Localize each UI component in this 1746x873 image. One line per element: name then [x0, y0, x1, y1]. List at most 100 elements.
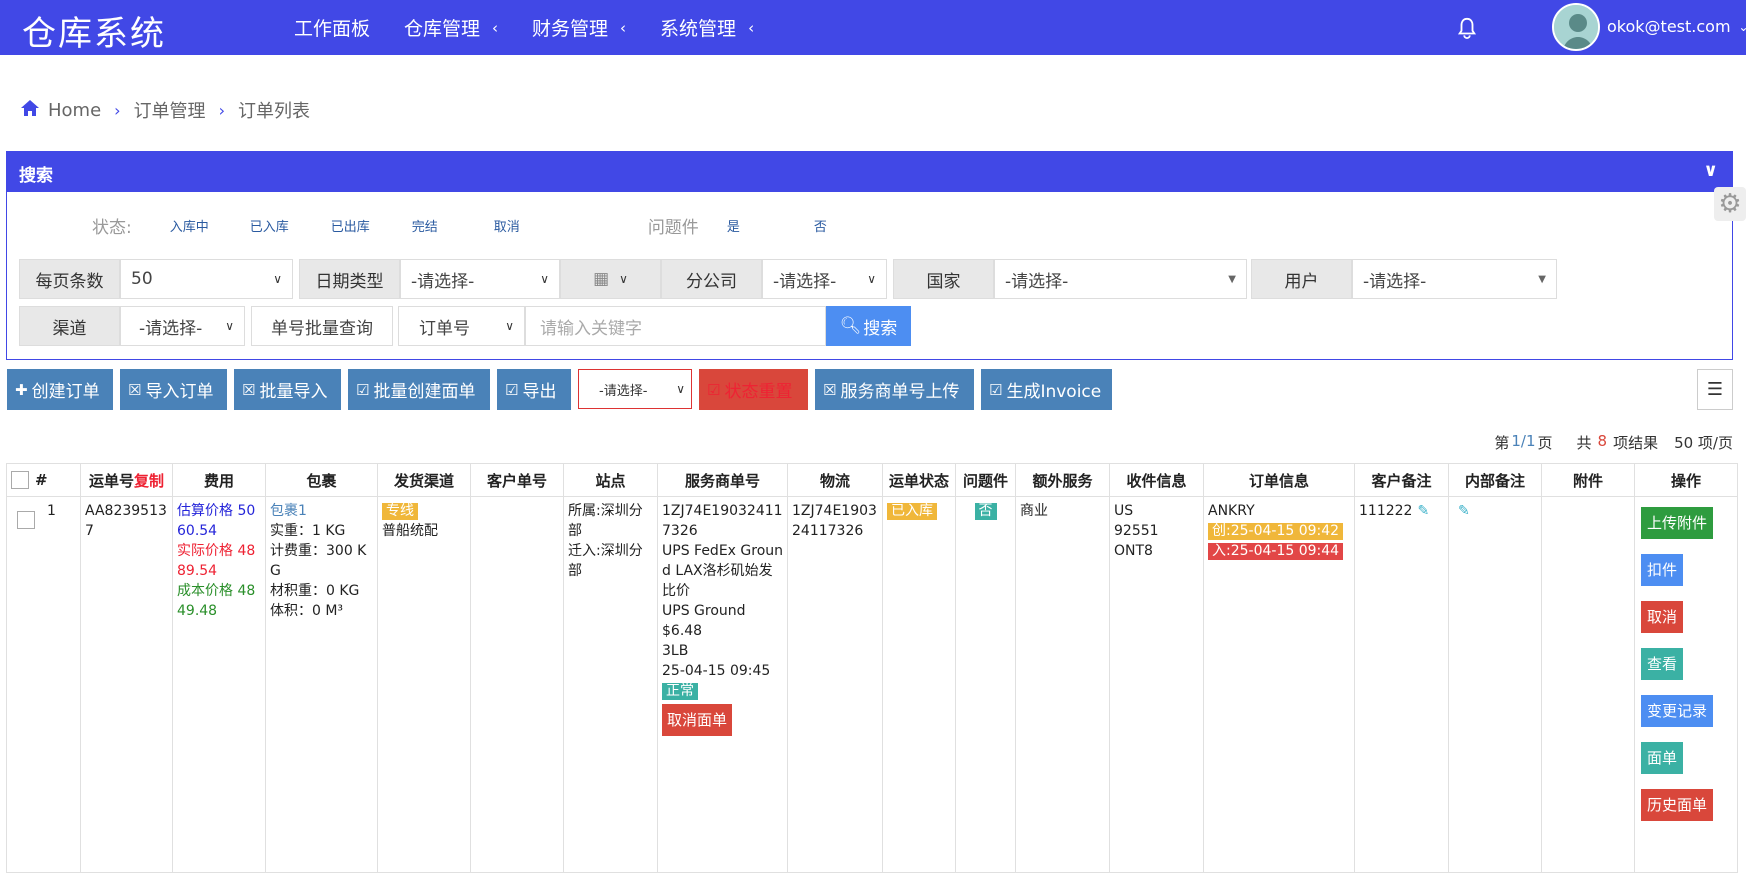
user-email: okok@test.com — [1607, 17, 1731, 36]
batch-import-button[interactable]: ☒ 批量导入 — [234, 369, 341, 410]
date-range-picker[interactable]: ▦ ∨ — [560, 259, 661, 299]
breadcrumb-item: 订单列表 — [237, 101, 310, 122]
upload-sp-number-button[interactable]: ☒ 服务商单号上传 — [815, 369, 974, 410]
package-weight: 实重：1 KG — [270, 523, 346, 539]
package-volume: 体积：0 M³ — [270, 603, 344, 619]
change-log-button[interactable]: 变更记录 — [1641, 695, 1714, 727]
select-all-checkbox[interactable] — [11, 471, 29, 490]
problem-option[interactable]: 否 — [814, 216, 827, 235]
chevron-down-icon: ∨ — [273, 272, 282, 286]
cancel-button[interactable]: 取消 — [1641, 601, 1684, 633]
col-header: 物流 — [787, 463, 883, 497]
file-excel-icon: ☒ — [242, 380, 256, 399]
generate-invoice-button[interactable]: ☑ 生成Invoice — [981, 369, 1112, 410]
export-button[interactable]: ☑ 导出 — [497, 369, 571, 410]
col-select: # — [6, 463, 81, 497]
receiver-country: US — [1114, 503, 1134, 519]
chevron-down-icon[interactable]: ∨ — [1703, 160, 1718, 181]
date-type-select[interactable]: -请选择- ∨ — [400, 259, 560, 299]
per-page-select[interactable]: 50 ∨ — [120, 259, 293, 299]
app-logo[interactable]: 仓库系统 — [22, 6, 166, 55]
check-square-icon: ☑ — [505, 380, 519, 399]
branch-value: -请选择- — [773, 271, 837, 292]
import-order-button[interactable]: ☒ 导入订单 — [120, 369, 227, 410]
keyword-input[interactable]: 请输入关键字 — [525, 306, 826, 346]
sp-price: $6.48 — [662, 623, 703, 639]
edit-icon[interactable]: ✎ — [1417, 503, 1429, 519]
breadcrumb-item[interactable]: 订单管理 — [134, 97, 206, 123]
nav-dashboard[interactable]: 工作面板 — [294, 14, 370, 41]
nav-finance[interactable]: 财务管理 ‹ — [532, 14, 626, 41]
order-name: ANKRY — [1208, 503, 1255, 519]
top-bar: 仓库系统 工作面板 仓库管理 ‹ 财务管理 ‹ 系统管理 ‹ okok@test.co… — [0, 0, 1746, 55]
file-excel-icon: ☒ — [128, 380, 142, 399]
col-header: 客户单号 — [470, 463, 564, 497]
receiver-code: ONT8 — [1114, 543, 1153, 559]
pager-info: 第 1/1 页 共 8 项结果 50 项/页 — [1488, 432, 1733, 453]
nav-warehouse[interactable]: 仓库管理 ‹ — [404, 14, 498, 41]
status-option[interactable]: 取消 — [494, 216, 520, 235]
reset-status-button[interactable]: ☑ 状态重置 — [699, 369, 808, 410]
row-index: 1 — [47, 503, 56, 519]
breadcrumb-home[interactable]: Home — [48, 100, 101, 121]
problem-option[interactable]: 是 — [727, 216, 740, 235]
chevron-right-icon: › — [114, 100, 121, 120]
chevron-down-icon: ∨ — [505, 319, 514, 333]
status-badge: 已入库 — [887, 503, 937, 520]
search-button[interactable]: 🔍︎ 搜索 — [826, 306, 911, 346]
deduct-button[interactable]: 扣件 — [1641, 554, 1684, 586]
status-option[interactable]: 已出库 — [331, 216, 370, 235]
col-header: 服务商单号 — [657, 463, 788, 497]
col-header: 操作 — [1634, 463, 1738, 497]
country-value: -请选择- — [1005, 271, 1069, 292]
sp-number: 1ZJ74E190324117326 — [662, 503, 783, 539]
gear-icon[interactable]: ⚙ — [1714, 187, 1746, 221]
button-label: 状态重置 — [724, 382, 793, 402]
channel-tag: 专线 — [382, 503, 418, 520]
user-select[interactable]: -请选择- ▼ — [1352, 259, 1557, 299]
check-square-icon: ☑ — [707, 380, 721, 399]
waybill-number[interactable]: AA82395137 — [85, 501, 168, 541]
nav-system[interactable]: 系统管理 ‹ — [660, 14, 754, 41]
avatar[interactable] — [1552, 3, 1600, 51]
create-order-button[interactable]: ✚ 创建订单 — [7, 369, 113, 410]
table-header-row: # 运单号复制 费用 包裹 发货渠道 客户单号 站点 服务商单号 物流 运单状态… — [6, 463, 1738, 497]
cell-select: 1 — [6, 496, 81, 873]
cell-package: 包裹1 实重：1 KG 计费重：300 KG 材积重：0 KG 体积：0 M³ — [265, 496, 378, 873]
logistics-number[interactable]: 1ZJ74E190324117326 — [792, 501, 878, 541]
country-label: 国家 — [893, 259, 994, 299]
copy-link[interactable]: 复制 — [134, 472, 164, 490]
receiver-zip: 92551 — [1114, 523, 1159, 539]
order-no-select[interactable]: 订单号 ∨ — [398, 306, 525, 346]
view-button[interactable]: 查看 — [1641, 648, 1684, 680]
button-label: 导入订单 — [145, 382, 214, 402]
user-menu[interactable]: okok@test.com ⌄ — [1607, 17, 1746, 36]
history-label-button[interactable]: 历史面单 — [1641, 789, 1714, 821]
cell-site: 所属:深圳分部 迁入:深圳分部 — [563, 496, 658, 873]
edit-icon[interactable]: ✎ — [1458, 503, 1470, 519]
cell-sp-number: 1ZJ74E190324117326 UPS FedEx Ground LAX洛… — [657, 496, 788, 873]
label-button[interactable]: 面单 — [1641, 742, 1684, 774]
channel-select[interactable]: -请选择- ∨ — [120, 306, 245, 346]
col-header: 发货渠道 — [377, 463, 471, 497]
batch-label-button[interactable]: ☑ 批量创建面单 — [348, 369, 490, 410]
site-move: 迁入:深圳分部 — [568, 543, 643, 579]
plus-icon: ✚ — [15, 380, 28, 399]
pager-total-prefix: 共 — [1576, 434, 1592, 452]
cancel-label-button[interactable]: 取消面单 — [662, 704, 733, 736]
country-select[interactable]: -请选择- ▼ — [994, 259, 1247, 299]
upload-attachment-button[interactable]: 上传附件 — [1641, 507, 1714, 539]
row-checkbox[interactable] — [17, 511, 35, 529]
search-panel-header[interactable]: 搜索 ∨ — [7, 152, 1732, 192]
batch-query-button[interactable]: 单号批量查询 — [251, 306, 393, 346]
status-option[interactable]: 已入库 — [250, 216, 289, 235]
column-list-icon[interactable]: ☰ — [1697, 369, 1733, 410]
col-header: 内部备注 — [1448, 463, 1542, 497]
bulk-action-select[interactable]: -请选择- ∨ — [578, 369, 692, 409]
status-option[interactable]: 入库中 — [170, 216, 209, 235]
branch-select[interactable]: -请选择- ∨ — [762, 259, 887, 299]
status-option[interactable]: 完结 — [412, 216, 438, 235]
pager-total: 8 — [1597, 432, 1608, 450]
bell-icon[interactable] — [1456, 16, 1478, 40]
package-link[interactable]: 包裹1 — [270, 501, 373, 521]
